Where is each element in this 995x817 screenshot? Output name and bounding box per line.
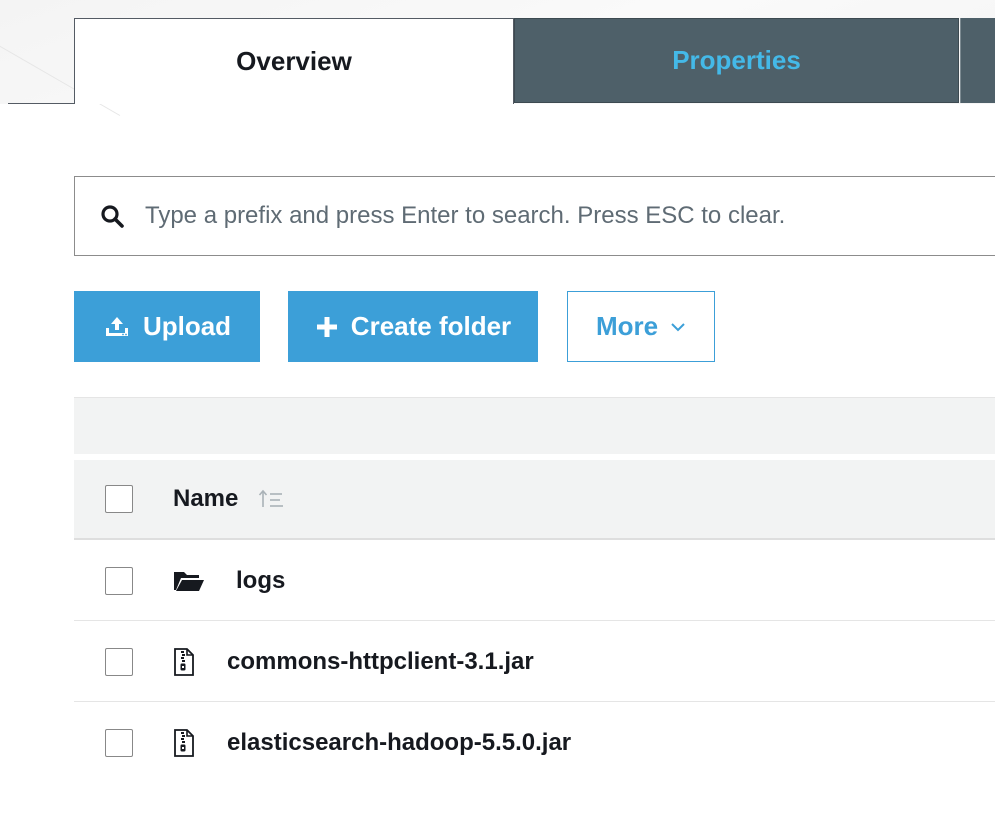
tab-overview[interactable]: Overview: [74, 18, 514, 104]
tab-overview-label: Overview: [236, 46, 352, 76]
upload-button[interactable]: Upload: [74, 291, 260, 362]
column-header-name[interactable]: Name: [173, 485, 238, 513]
item-name-link[interactable]: elasticsearch-hadoop-5.5.0.jar: [227, 729, 571, 757]
more-dropdown-button[interactable]: More: [567, 291, 715, 362]
tab-baseline: [8, 103, 74, 104]
select-all-checkbox[interactable]: [105, 485, 133, 513]
s3-bucket-page: Overview Properties Upload: [0, 0, 995, 817]
zip-file-icon: [173, 729, 205, 757]
table-row[interactable]: commons-httpclient-3.1.jar: [74, 622, 995, 702]
table-header: Name: [74, 460, 995, 540]
upload-button-label: Upload: [142, 311, 232, 341]
tab-bar: Overview Properties: [0, 0, 995, 116]
more-button-label: More: [595, 311, 659, 341]
tab-properties-label: Properties: [672, 45, 801, 75]
row-checkbox[interactable]: [105, 566, 133, 595]
item-name-link[interactable]: logs: [236, 567, 285, 595]
search-icon: [97, 201, 127, 231]
row-checkbox[interactable]: [105, 729, 133, 757]
plus-icon: [315, 315, 339, 339]
create-folder-button-label: Create folder: [350, 311, 512, 341]
zip-file-icon: [173, 647, 205, 676]
upload-icon: [103, 315, 131, 339]
folder-icon: [173, 569, 205, 593]
table-row[interactable]: elasticsearch-hadoop-5.5.0.jar: [74, 703, 995, 783]
tab-properties[interactable]: Properties: [514, 18, 959, 103]
tab-next-partial[interactable]: [960, 18, 995, 103]
row-checkbox[interactable]: [105, 647, 133, 676]
search-bar[interactable]: [74, 176, 995, 256]
create-folder-button[interactable]: Create folder: [288, 291, 538, 362]
sort-ascending-icon[interactable]: [258, 488, 284, 510]
table-info-bar: [74, 398, 995, 454]
search-input[interactable]: [145, 202, 995, 230]
table-row[interactable]: logs: [74, 541, 995, 621]
item-name-link[interactable]: commons-httpclient-3.1.jar: [227, 648, 534, 676]
chevron-down-icon: [670, 322, 686, 332]
